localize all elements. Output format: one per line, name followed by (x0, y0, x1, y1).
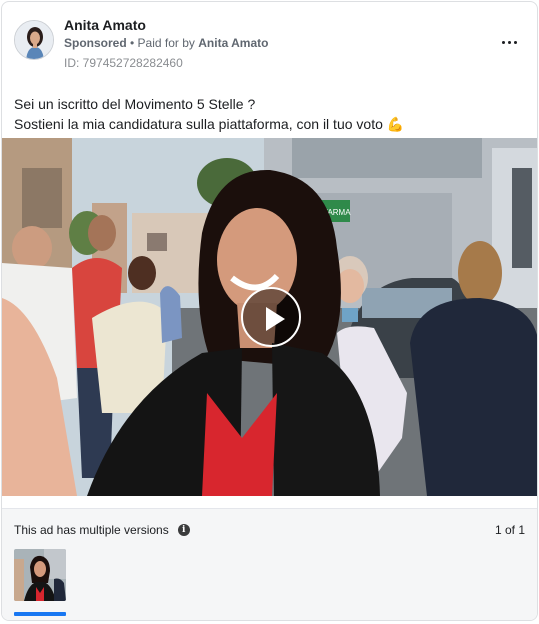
versions-info: This ad has multiple versions i (14, 523, 190, 537)
sponsored-label: Sponsored (64, 36, 127, 50)
version-thumbnail[interactable] (14, 549, 66, 601)
more-options-button[interactable] (497, 30, 521, 54)
post-header: Anita Amato Sponsored • Paid for by Anit… (2, 2, 537, 82)
message-line-2: Sostieni la mia candidatura sulla piatta… (14, 114, 404, 134)
versions-footer: This ad has multiple versions i 1 of 1 (2, 508, 537, 620)
paid-for-label: Paid for by (137, 36, 199, 50)
more-dot (513, 40, 517, 44)
ad-message: Sei un iscritto del Movimento 5 Stelle ?… (14, 94, 404, 134)
paid-by-name: Anita Amato (198, 36, 269, 50)
versions-label: This ad has multiple versions (14, 523, 169, 537)
page-name[interactable]: Anita Amato (64, 17, 146, 33)
message-line-2-text: Sostieni la mia candidatura sulla piatta… (14, 116, 383, 132)
thumbnail-image (14, 549, 66, 601)
play-icon (266, 307, 285, 331)
flexed-biceps-icon: 💪 (386, 116, 405, 132)
ad-id: ID: 797452728282460 (64, 56, 183, 70)
page-avatar[interactable] (14, 20, 54, 60)
separator-dot: • (126, 36, 138, 50)
message-line-1: Sei un iscritto del Movimento 5 Stelle ? (14, 96, 256, 112)
selected-thumbnail-indicator (14, 612, 66, 616)
version-pagination: 1 of 1 (494, 523, 525, 537)
info-icon[interactable]: i (177, 524, 190, 536)
ad-card: Anita Amato Sponsored • Paid for by Anit… (1, 1, 538, 621)
more-dot (507, 40, 511, 44)
avatar-image (15, 21, 53, 59)
sponsored-line: Sponsored • Paid for by Anita Amato (64, 36, 268, 50)
ad-video[interactable]: FARMA (2, 138, 537, 496)
play-button[interactable] (241, 287, 301, 347)
more-horizontal-icon (501, 40, 505, 44)
